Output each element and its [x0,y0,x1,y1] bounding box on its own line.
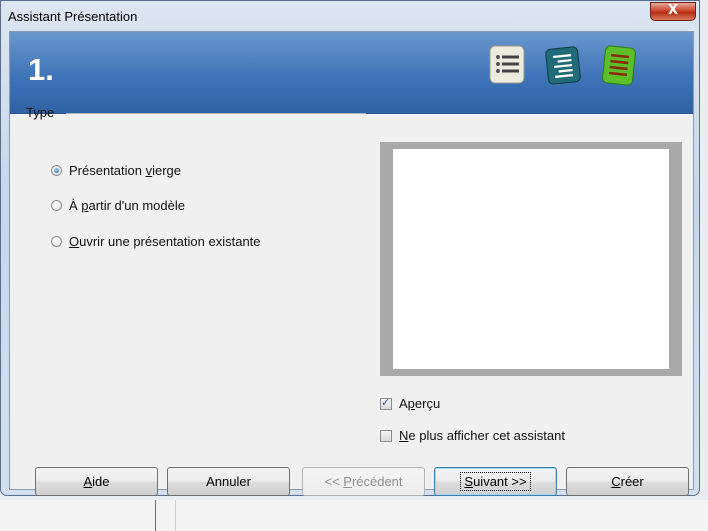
preview-page [393,149,669,369]
previous-button[interactable]: << Précédent [302,467,425,496]
help-button[interactable]: Aide [35,467,158,496]
radio-button[interactable] [51,165,62,176]
header-banner: 1. [10,32,693,114]
radio-label: À partir d'un modèle [69,198,185,213]
cancel-button-label: Annuler [206,474,251,489]
next-button[interactable]: Suivant >> [434,467,557,496]
notes-document-icon [602,45,636,86]
radio-label: Ouvrir une présentation existante [69,234,261,249]
checkbox-preview[interactable]: Aperçu [380,396,440,411]
window-title: Assistant Présentation [8,9,138,24]
step-number: 1. [28,52,54,87]
next-button-label: Suivant >> [460,472,531,491]
checkbox-label: Aperçu [399,396,441,411]
list-document-icon [489,45,525,84]
preview-frame [380,142,682,376]
create-button-label: Créer [611,474,644,489]
background-app-strip [0,500,708,531]
checkbox[interactable] [380,429,392,442]
type-group-label: Type [26,105,55,120]
radio-button[interactable] [51,236,62,247]
close-button[interactable]: X [650,2,696,21]
create-button[interactable]: Créer [566,467,689,496]
checkbox-label: Ne plus afficher cet assistant [399,428,565,443]
background-divider [155,500,156,531]
previous-button-label: << Précédent [324,474,403,489]
radio-label: Présentation vierge [69,163,182,178]
checkbox[interactable] [380,396,392,410]
radio-from-template[interactable]: À partir d'un modèle [51,198,185,213]
checkbox-do-not-show-again[interactable]: Ne plus afficher cet assistant [380,428,565,443]
radio-button[interactable] [51,200,62,211]
group-separator [66,113,366,114]
background-divider-light [175,500,176,531]
close-icon: X [667,3,679,18]
radio-blank-presentation[interactable]: Présentation vierge [51,163,181,178]
cancel-button[interactable]: Annuler [167,467,290,496]
help-button-label: Aide [83,474,110,489]
radio-open-existing[interactable]: Ouvrir une présentation existante [51,234,261,249]
outline-document-icon [545,46,581,85]
title-bar[interactable]: Assistant Présentation X [1,1,701,31]
